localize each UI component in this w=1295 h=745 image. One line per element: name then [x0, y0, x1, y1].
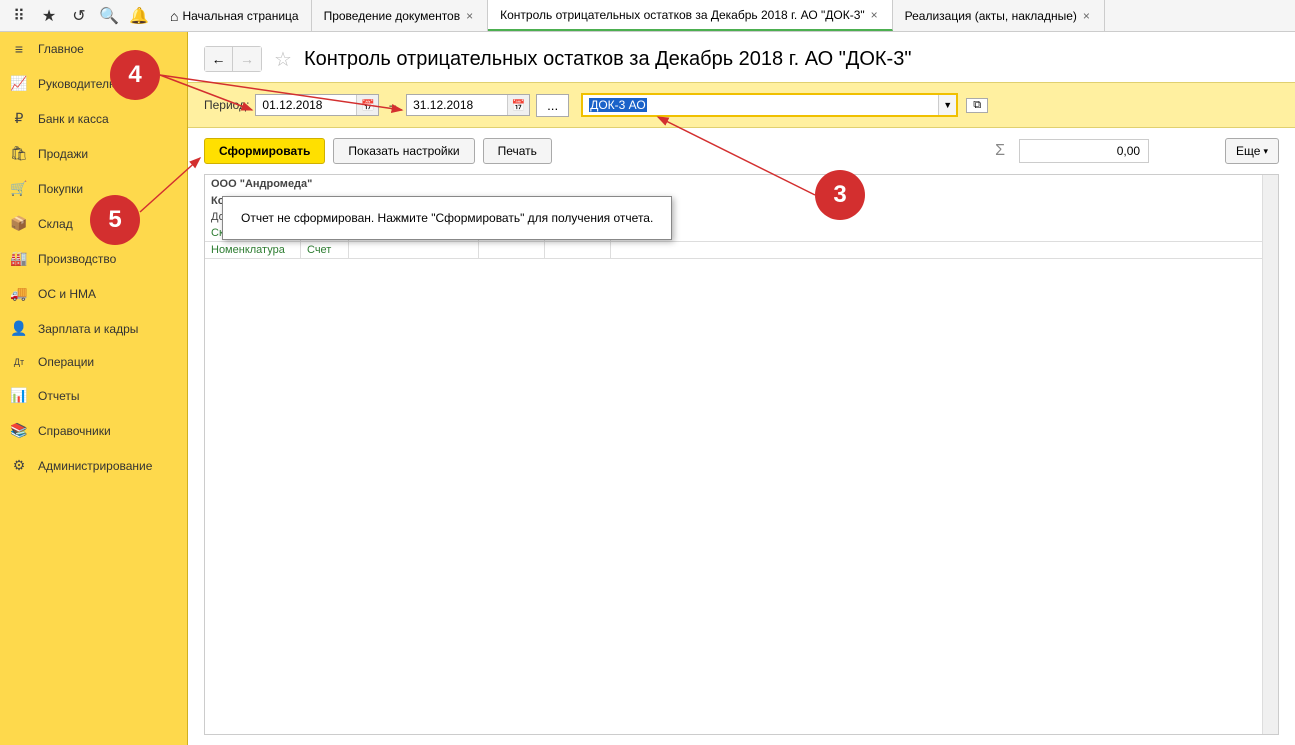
- report-col-schet: Счет: [301, 242, 349, 258]
- sidebar-item-label: Справочники: [38, 424, 111, 438]
- close-icon[interactable]: ×: [464, 9, 475, 23]
- action-bar: Сформировать Показать настройки Печать Σ…: [188, 128, 1295, 174]
- sidebar-item-label: Администрирование: [38, 459, 152, 473]
- tab-control[interactable]: Контроль отрицательных остатков за Декаб…: [488, 0, 893, 31]
- date-to-field[interactable]: 📅: [406, 94, 530, 116]
- sidebar: ≡ Главное 📈 Руководителю ₽ Банк и касса 🛍 Пр…: [0, 32, 188, 745]
- sigma-icon: Σ: [989, 142, 1011, 160]
- callout-5: 5: [90, 195, 140, 245]
- calendar-icon[interactable]: 📅: [507, 95, 529, 115]
- report-company: ООО "Андромеда": [205, 175, 1278, 193]
- sidebar-item-label: Отчеты: [38, 389, 79, 403]
- sidebar-item-label: ОС и НМА: [38, 287, 96, 301]
- gear-icon: ⚙: [10, 457, 28, 474]
- page-title: Контроль отрицательных остатков за Декаб…: [304, 48, 912, 71]
- sidebar-item-label: Склад: [38, 217, 73, 231]
- topbar: ⠿ ★ ↺ 🔍 🔔 ⌂ Начальная страница Проведени…: [0, 0, 1295, 32]
- date-to-input[interactable]: [407, 95, 507, 115]
- sidebar-item-label: Операции: [38, 355, 94, 369]
- sidebar-item-label: Зарплата и кадры: [38, 322, 138, 336]
- more-button[interactable]: Еще▾: [1225, 138, 1279, 164]
- sidebar-item-purchases[interactable]: 🛒 Покупки: [0, 171, 187, 206]
- apps-icon[interactable]: ⠿: [4, 0, 34, 32]
- chevron-down-icon: ▾: [1263, 146, 1268, 157]
- sidebar-item-sales[interactable]: 🛍 Продажи: [0, 136, 187, 171]
- main: ≡ Главное 📈 Руководителю ₽ Банк и касса 🛍 Пр…: [0, 32, 1295, 745]
- sidebar-item-reports[interactable]: 📊 Отчеты: [0, 378, 187, 413]
- books-icon: 📚: [10, 422, 28, 439]
- favorite-star-icon[interactable]: ☆: [274, 47, 292, 72]
- tab-realization[interactable]: Реализация (акты, накладные) ×: [893, 0, 1105, 31]
- sidebar-item-admin[interactable]: ⚙ Администрирование: [0, 448, 187, 483]
- date-from-field[interactable]: 📅: [255, 94, 379, 116]
- sidebar-item-label: Покупки: [38, 182, 83, 196]
- callout-4: 4: [110, 50, 160, 100]
- report-tooltip: Отчет не сформирован. Нажмите "Сформиров…: [222, 196, 672, 240]
- period-ellipsis-button[interactable]: ...: [536, 94, 569, 117]
- show-settings-button[interactable]: Показать настройки: [333, 138, 474, 164]
- box-icon: 📦: [10, 215, 28, 232]
- dt-icon: Дт: [10, 357, 28, 367]
- star-icon[interactable]: ★: [34, 0, 64, 32]
- sidebar-item-assets[interactable]: 🚚 ОС и НМА: [0, 276, 187, 311]
- sidebar-item-label: Руководителю: [38, 77, 118, 91]
- tab-home[interactable]: ⌂ Начальная страница: [158, 0, 312, 31]
- close-icon[interactable]: ×: [1081, 9, 1092, 23]
- person-icon: 👤: [10, 320, 28, 337]
- topbar-icons: ⠿ ★ ↺ 🔍 🔔: [0, 0, 158, 31]
- home-icon: ⌂: [170, 8, 178, 24]
- period-label: Период:: [204, 98, 249, 112]
- sidebar-item-label: Банк и касса: [38, 112, 109, 126]
- factory-icon: 🏭: [10, 250, 28, 267]
- callout-3: 3: [815, 170, 865, 220]
- sidebar-item-label: Продажи: [38, 147, 88, 161]
- back-button[interactable]: ←: [205, 47, 233, 71]
- sidebar-item-label: Производство: [38, 252, 116, 266]
- date-from-input[interactable]: [256, 95, 356, 115]
- cart-icon: 🛒: [10, 180, 28, 197]
- tabs: ⌂ Начальная страница Проведение документ…: [158, 0, 1295, 31]
- sidebar-item-hr[interactable]: 👤 Зарплата и кадры: [0, 311, 187, 346]
- truck-icon: 🚚: [10, 285, 28, 302]
- organization-select[interactable]: ДОК-3 АО ▼: [581, 93, 958, 117]
- sidebar-item-label: Главное: [38, 42, 84, 56]
- tab-label: Проведение документов: [324, 9, 461, 23]
- nav-arrows: ← →: [204, 46, 262, 72]
- ruble-icon: ₽: [10, 110, 28, 127]
- report-body: ООО "Андромеда" Ко До Склад Номенклатура…: [204, 174, 1279, 735]
- tab-docs[interactable]: Проведение документов ×: [312, 0, 489, 31]
- menu-icon: ≡: [10, 41, 28, 57]
- open-external-button[interactable]: ⧉: [966, 98, 988, 113]
- sum-field[interactable]: 0,00: [1019, 139, 1149, 163]
- bars-icon: 📊: [10, 387, 28, 404]
- bell-icon[interactable]: 🔔: [124, 0, 154, 32]
- chart-icon: 📈: [10, 75, 28, 92]
- dash: –: [385, 98, 400, 112]
- sidebar-item-bank[interactable]: ₽ Банк и касса: [0, 101, 187, 136]
- content: ← → ☆ Контроль отрицательных остатков за…: [188, 32, 1295, 745]
- tab-label: Начальная страница: [182, 9, 298, 23]
- vertical-scrollbar[interactable]: [1262, 175, 1278, 734]
- sidebar-item-main[interactable]: ≡ Главное: [0, 32, 187, 66]
- generate-button[interactable]: Сформировать: [204, 138, 325, 164]
- report-col-nomen: Номенклатура: [205, 242, 301, 258]
- sidebar-item-operations[interactable]: Дт Операции: [0, 346, 187, 378]
- title-row: ← → ☆ Контроль отрицательных остатков за…: [188, 32, 1295, 82]
- bag-icon: 🛍: [10, 145, 28, 162]
- search-icon[interactable]: 🔍: [94, 0, 124, 32]
- tab-label: Реализация (акты, накладные): [905, 9, 1077, 23]
- filter-bar: Период: 📅 – 📅 ... ДОК-3 АО ▼ ⧉: [188, 82, 1295, 128]
- sidebar-item-refs[interactable]: 📚 Справочники: [0, 413, 187, 448]
- tab-label: Контроль отрицательных остатков за Декаб…: [500, 8, 865, 22]
- sidebar-item-production[interactable]: 🏭 Производство: [0, 241, 187, 276]
- print-button[interactable]: Печать: [483, 138, 552, 164]
- calendar-icon[interactable]: 📅: [356, 95, 378, 115]
- close-icon[interactable]: ×: [869, 8, 880, 22]
- organization-value[interactable]: ДОК-3 АО: [583, 95, 938, 115]
- forward-button[interactable]: →: [233, 47, 261, 71]
- dropdown-icon[interactable]: ▼: [938, 95, 956, 115]
- history-icon[interactable]: ↺: [64, 0, 94, 32]
